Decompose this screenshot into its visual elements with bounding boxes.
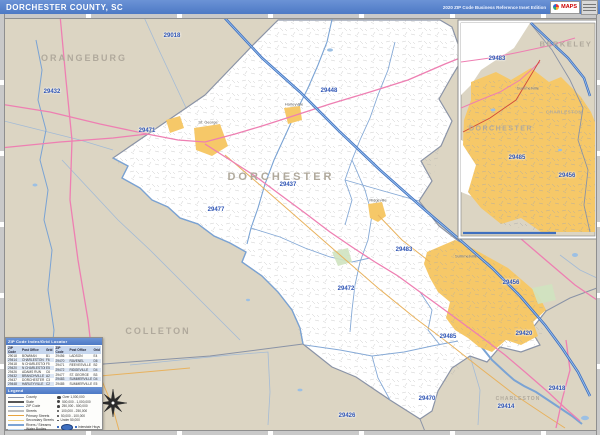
population-class-label: 500,000 - 1,000,000 (62, 399, 91, 404)
legend-line-label: Primary Streets (26, 413, 50, 418)
zip-index-table: ZIP Code Post Office Grid 29018 BOWMAN B1 2… (6, 345, 102, 387)
logo-side-panel (581, 0, 598, 15)
globe-icon (553, 4, 560, 10)
legend-line-swatch (8, 424, 24, 426)
index-row: 29485 SUMMERVILLE E5 (55, 381, 102, 386)
index-cell: HARLEYVILLE (20, 382, 45, 386)
legend-line-swatch (8, 410, 24, 412)
legend-line-swatch (8, 396, 24, 399)
index-header-name: Post Office (20, 346, 45, 354)
population-dot-icon (57, 400, 61, 404)
legend-line-label: County (26, 395, 37, 400)
publisher-logo: MAPS (550, 0, 580, 14)
legend-line-swatch (8, 401, 24, 403)
index-cell: SUMMERVILLE (69, 381, 93, 386)
legend-line-label: Secondary Streets (26, 418, 54, 423)
population-dot-icon (57, 405, 60, 408)
population-class-label: 100,000 - 250,000 (61, 409, 88, 414)
population-dot-icon (57, 414, 59, 417)
index-cell: 29448 (7, 382, 21, 386)
population-dot-icon (57, 395, 61, 399)
population-class-item: Under 50,000 (57, 418, 100, 423)
index-cell: C2 (44, 382, 54, 386)
index-row: 29448 HARLEYVILLE C2 (7, 382, 54, 386)
population-dot-icon (57, 419, 59, 421)
zip-index-left: ZIP Code Post Office Grid 29018 BOWMAN B1 2… (7, 346, 54, 386)
title-bar: DORCHESTER COUNTY, SC 2020 ZIP Code Busi… (0, 0, 600, 15)
inset-map (457, 19, 598, 240)
legend-line-swatch (8, 419, 24, 422)
index-cell: 29485 (55, 381, 65, 386)
legend-population-classes: Over 1,000,000 500,000 - 1,000,000 250,000… (57, 395, 100, 435)
page-title: DORCHESTER COUNTY, SC (6, 2, 124, 12)
index-header-zip: ZIP Code (7, 346, 21, 354)
map-frame-top (0, 14, 600, 19)
legend-line-swatch (8, 405, 24, 408)
index-cell: SUMMERVILLE (68, 376, 93, 382)
legend-line-symbols: County State ZIP Code Streets Primary Street… (8, 395, 55, 435)
index-row: 29483 SUMMERVILLE D4 (54, 376, 101, 382)
population-class-label: Over 1,000,000 (62, 395, 85, 400)
population-class-label: Under 50,000 (60, 418, 80, 423)
population-class-label: 250,000 - 500,000 (61, 404, 88, 409)
map-frame-right (596, 14, 600, 435)
index-header-zip: ZIP Code (54, 346, 69, 354)
legend-panel: ZIP Code Index/Grid Locator ZIP Code Pos… (5, 337, 103, 435)
index-cell: E5 (93, 381, 98, 386)
zip-index-right: ZIP Code Post Office Grid 29456 LADSON E4 2… (54, 346, 102, 386)
map-document: { "header": { "title": "DORCHESTER COUNT… (0, 0, 600, 435)
legend-line-label: State (26, 399, 34, 404)
legend-line-label: Streets (26, 409, 37, 414)
index-header-grid: Grid (44, 346, 54, 354)
index-row: 29456 LADSON E4 (55, 354, 102, 359)
legend-title: ZIP Code Index/Grid Locator (6, 338, 102, 345)
legend-line-swatch (8, 414, 24, 417)
map-frame-left (0, 14, 5, 435)
logo-text: MAPS (561, 4, 577, 10)
index-row: 29472 RIDGEVILLE D4 (54, 367, 101, 373)
edition-label: 2020 ZIP Code Business Reference Inset E… (442, 4, 547, 10)
index-header-name: Post Office (68, 346, 93, 354)
population-dot-icon (57, 409, 60, 413)
map-frame-bottom (0, 430, 600, 435)
legend-subtitle: Legend (6, 387, 102, 394)
highway-shield-label: Interstate Hwys (78, 425, 101, 430)
index-header-grid: Grid (92, 346, 101, 354)
legend-line-label: Rivers / Streams (26, 422, 52, 427)
legend-line-label: ZIP Code (26, 404, 41, 409)
population-class-label: 50,000 - 100,000 (60, 413, 86, 418)
